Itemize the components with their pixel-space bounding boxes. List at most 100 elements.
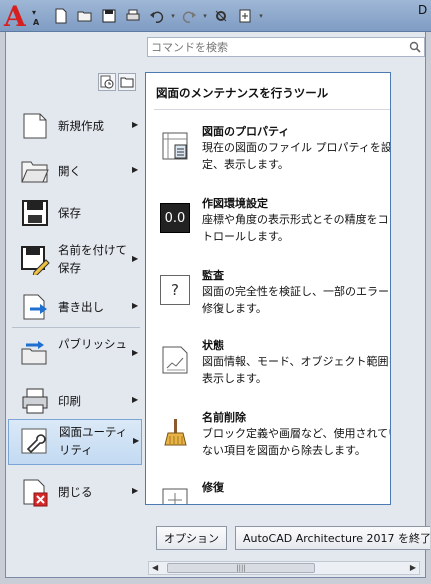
audit-icon: ? [160,275,190,305]
qat-open-button[interactable] [74,5,96,27]
menu-item-close[interactable]: 閉じる ▶ [8,471,142,513]
submenu-arrow-icon: ▶ [132,395,139,404]
tool-description: 図面の完全性を検証し、一部のエラーを修復します。 [202,285,391,315]
qat-plot-button[interactable] [122,5,144,27]
menu-item-publish[interactable]: パブリッシュ ▶ [8,331,142,377]
horizontal-scrollbar[interactable]: ◀ |||| ▶ [148,561,420,575]
application-menu: 新規作成 ▶ 開く ▶ 保存 名前を付けて保存 ▶ 書き出し ▶ [5,32,430,578]
save-icon [102,9,116,23]
menu-divider [12,327,140,328]
quick-access-toolbar: ▾ ▾ ▾ [50,5,264,27]
tool-name: 監査 [202,269,224,282]
drawing-properties-icon [162,132,188,160]
tool-name: 作図環境設定 [202,197,268,210]
app-menu-mini-label: A [33,18,40,27]
tool-name: 名前削除 [202,411,246,424]
menu-item-new[interactable]: 新規作成 ▶ [8,107,142,145]
tool-name: 図面のプロパティ [202,125,290,138]
submenu-arrow-icon: ▶ [132,486,139,495]
drawing-utilities-panel: 図面のメンテナンスを行うツール 図面のプロパティ 現在の図面のファイル プロパテ… [145,72,391,505]
new-file-icon [23,113,47,139]
clock-icon [100,75,114,89]
save-as-icon [21,246,50,275]
menu-item-open[interactable]: 開く ▶ [8,151,142,191]
tool-description: ブロック定義や画層など、使用されていない項目を図面から除去します。 [202,427,391,457]
undo-dropdown-icon[interactable]: ▾ [170,5,176,27]
scrollbar-thumb[interactable]: |||| [167,563,315,573]
qat-save-button[interactable] [98,5,120,27]
title-bar: A ▾ A ▾ ▾ ▾ D [0,0,431,33]
menu-item-save-as[interactable]: 名前を付けて保存 ▶ [8,237,142,283]
open-documents-button[interactable] [118,73,136,91]
submenu-arrow-icon: ▶ [132,348,139,357]
submenu-arrow-icon: ▶ [133,436,140,445]
gear-icon [215,10,227,22]
menu-item-export[interactable]: 書き出し ▶ [8,287,142,327]
redo-icon [182,11,196,23]
tool-description: 現在の図面のファイル プロパティを設定、表示します。 [202,141,391,171]
printer-icon [126,9,140,21]
menu-item-label: 図面ユーティリティ [59,425,128,457]
folder-open-icon [77,11,92,22]
tool-audit[interactable]: ? 監査 図面の完全性を検証し、一部のエラーを修復します。 [156,267,391,325]
qat-new-button[interactable] [50,5,72,27]
menu-item-print[interactable]: 印刷 ▶ [8,381,142,421]
recover-icon [162,488,188,504]
command-search[interactable] [147,37,425,57]
menu-item-label: パブリッシュ [58,337,127,351]
recent-documents-button[interactable] [98,73,116,91]
publish-icon [21,341,47,365]
tool-drawing-properties[interactable]: 図面のプロパティ 現在の図面のファイル プロパティを設定、表示します。 [156,123,391,181]
folder-open-icon [21,161,49,183]
submenu-arrow-icon: ▶ [132,254,139,263]
exit-button[interactable]: AutoCAD Architecture 2017 を終了 [235,526,430,550]
share-icon [239,9,251,23]
menu-item-drawing-utilities[interactable]: 図面ユーティリティ ▶ [8,419,142,465]
undo-icon [150,11,164,23]
menu-item-label: 書き出し [58,300,104,314]
save-icon [22,200,48,226]
tool-name: 状態 [202,339,224,352]
menu-item-label: 開く [58,164,81,178]
submenu-arrow-icon: ▶ [132,301,139,310]
scroll-left-icon[interactable]: ◀ [152,563,158,572]
window-title: D [418,3,428,17]
menu-item-label: 印刷 [58,394,81,408]
qat-share-button[interactable] [234,5,256,27]
search-icon[interactable] [408,40,422,54]
purge-broom-icon [164,419,187,446]
qat-redo-button[interactable] [178,5,200,27]
new-file-icon [55,8,67,24]
tool-status[interactable]: 状態 図面情報、モード、オブジェクト範囲を表示します。 [156,337,391,395]
status-icon [162,346,188,374]
qat-customize-icon[interactable]: ▾ [258,5,264,27]
export-icon [23,294,47,320]
tool-description: 図面情報、モード、オブジェクト範囲を表示します。 [202,355,391,385]
submenu-arrow-icon: ▶ [132,165,139,174]
qat-undo-button[interactable] [146,5,168,27]
printer-icon [22,388,48,414]
wrench-icon [21,428,47,454]
tool-purge[interactable]: 名前削除 ブロック定義や画層など、使用されていない項目を図面から除去します。 [156,409,391,467]
qat-workspace-button[interactable] [210,5,232,27]
chevron-down-icon: ▾ [32,8,37,17]
application-menu-button[interactable]: A ▾ A [2,0,44,33]
tool-description: 座標や角度の表示形式とその精度をコントロールします。 [202,213,391,243]
submenu-arrow-icon: ▶ [132,120,139,129]
close-drawing-icon [23,479,48,507]
tool-name: 修復 [202,481,224,494]
panel-divider [154,109,390,110]
menu-item-label: 閉じる [58,485,93,499]
menu-item-save[interactable]: 保存 [8,193,142,233]
folder-icon [120,77,134,88]
panel-title: 図面のメンテナンスを行うツール [156,86,329,100]
menu-item-label: 名前を付けて保存 [58,243,127,275]
tool-units[interactable]: 0.0 作図環境設定 座標や角度の表示形式とその精度をコントロールします。 [156,195,391,253]
options-button[interactable]: オプション [156,526,227,550]
search-input[interactable] [148,38,398,56]
tool-recover[interactable]: 修復 [156,479,390,504]
menu-footer: オプション AutoCAD Architecture 2017 を終了 [146,520,431,560]
redo-dropdown-icon[interactable]: ▾ [202,5,208,27]
units-icon: 0.0 [160,203,190,233]
scroll-right-icon[interactable]: ▶ [410,563,416,572]
